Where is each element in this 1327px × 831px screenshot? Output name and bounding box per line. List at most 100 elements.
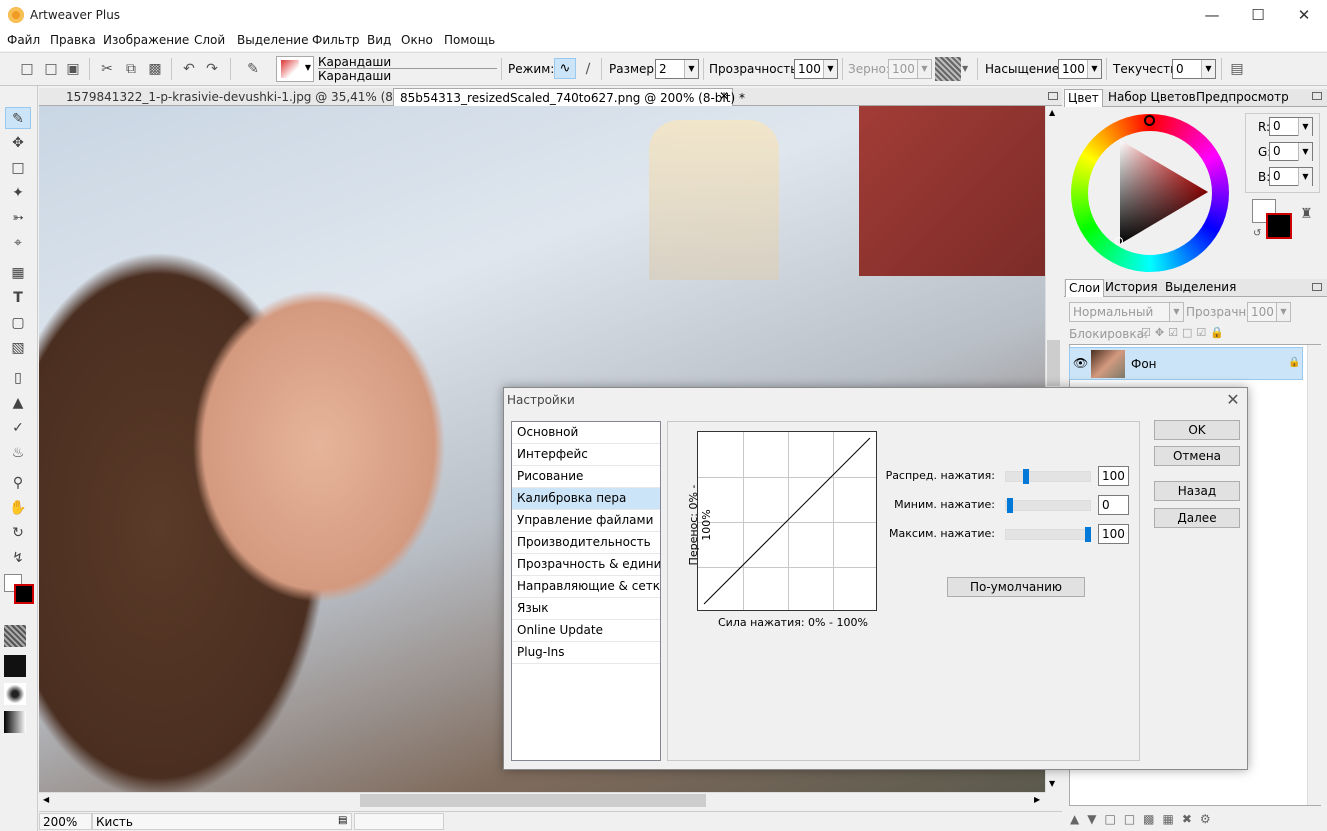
category-performance[interactable]: Производительность [512,532,660,554]
brush-tool-icon[interactable]: ✎ [243,60,263,78]
tab-document-2[interactable]: 85b54313_resizedScaled_740to627.png @ 20… [393,88,745,106]
panel-menu-icon[interactable] [1312,92,1322,100]
next-button[interactable]: Далее [1154,508,1240,528]
pressure-distribution-slider[interactable] [1005,469,1091,484]
save-icon[interactable]: ▣ [63,60,83,78]
zoom-tool-icon[interactable]: ⚲ [5,472,31,494]
copy-icon[interactable]: ⧉ [121,60,141,78]
freehand-mode-icon[interactable]: ∿ [554,58,576,79]
new-file-icon[interactable]: □ [17,60,37,78]
min-pressure-input[interactable]: 0 [1098,495,1129,515]
paste-icon[interactable]: ▩ [145,60,165,78]
panel-menu-icon[interactable] [1312,283,1322,291]
brush-options-icon[interactable]: ▤ [1227,60,1247,78]
gradient-tool-icon[interactable]: ▧ [5,337,31,359]
rotate-tool-icon[interactable]: ↻ [5,522,31,544]
color-picker-stamp-icon[interactable]: ♜ [1300,206,1313,222]
cut-icon[interactable]: ✂ [97,60,117,78]
scroll-up-icon[interactable]: ▲ [1049,108,1055,117]
swap-colors-icon[interactable]: ↺ [1253,228,1261,239]
max-pressure-slider[interactable] [1005,527,1091,542]
foreground-color-swatch[interactable] [1266,213,1292,239]
paint-bucket-tool-icon[interactable]: ♨ [5,442,31,464]
slider-thumb[interactable] [1007,498,1013,513]
magic-wand-tool-icon[interactable]: ✦ [5,182,31,204]
status-options-icon[interactable]: ▤ [338,815,347,826]
maximize-icon[interactable]: ☐ [1235,0,1281,31]
close-tab-icon[interactable]: ✕ [719,89,729,103]
menu-edit[interactable]: Правка [50,33,96,47]
texture-preset-2[interactable] [4,655,26,677]
ok-button[interactable]: OK [1154,420,1240,440]
redo-icon[interactable]: ↷ [202,60,222,78]
eyedropper-tool-icon[interactable]: ✓ [5,417,31,439]
crop-tool-icon[interactable]: ⌖ [5,232,31,254]
cancel-button[interactable]: Отмена [1154,446,1240,466]
gradient-preset[interactable] [4,711,26,733]
layer-list-scrollbar[interactable] [1307,345,1321,805]
text-tool-icon[interactable]: T [5,287,31,309]
category-language[interactable]: Язык [512,598,660,620]
tab-selections[interactable]: Выделения [1162,279,1239,297]
tab-color[interactable]: Цвет [1064,89,1103,107]
grain-select[interactable]: 100 ▼ [888,59,932,79]
menu-selection[interactable]: Выделение [237,33,308,47]
vertical-scroll-thumb[interactable] [1047,340,1060,386]
menu-file[interactable]: Файл [7,33,40,47]
opacity-select[interactable]: 100 ▼ [794,59,838,79]
shape-tool-icon[interactable]: ▢ [5,312,31,334]
category-interface[interactable]: Интерфейс [512,444,660,466]
rect-select-tool-icon[interactable]: □ [5,157,31,179]
hand-tool-icon[interactable]: ✋ [5,497,31,519]
texture-preset-1[interactable] [4,625,26,647]
slider-thumb[interactable] [1023,469,1029,484]
flow-select[interactable]: 0 ▼ [1172,59,1216,79]
lock-options-icons[interactable]: ☑✥☑□☑🔒 [1141,326,1228,339]
tab-preview[interactable]: Предпросмотр [1193,89,1292,107]
saturation-triangle[interactable] [1118,138,1210,246]
layer-settings-icon[interactable]: ⚙ [1200,812,1219,826]
max-pressure-input[interactable]: 100 [1098,524,1129,544]
menu-image[interactable]: Изображение [103,33,189,47]
category-pen-calibration[interactable]: Калибровка пера [512,488,660,510]
eraser-tool-icon[interactable]: ▯ [5,367,31,389]
category-plugins[interactable]: Plug-Ins [512,642,660,664]
merge-layer-icon[interactable]: ▦ [1163,812,1182,826]
category-painting[interactable]: Рисование [512,466,660,488]
smudge-tool-icon[interactable]: ↯ [5,547,31,569]
min-pressure-slider[interactable] [1005,498,1091,513]
close-icon[interactable]: ✕ [1281,0,1327,31]
r-input[interactable]: 0 ▼ [1269,117,1313,136]
perspective-tool-icon[interactable]: ▦ [5,262,31,284]
open-file-icon[interactable]: □ [41,60,61,78]
line-mode-icon[interactable]: ∕ [578,60,598,78]
close-icon[interactable]: ✕ [1222,390,1244,410]
blend-mode-select[interactable]: Нормальный ▼ [1069,302,1184,322]
slider-thumb[interactable] [1085,527,1091,542]
duplicate-layer-icon[interactable]: ▩ [1143,812,1162,826]
scroll-right-icon[interactable]: ▶ [1034,795,1040,804]
category-online-update[interactable]: Online Update [512,620,660,642]
minimize-icon[interactable]: — [1189,0,1235,31]
category-file-management[interactable]: Управление файлами [512,510,660,532]
panel-menu-icon[interactable] [1048,92,1058,100]
zoom-level[interactable]: 200% [39,813,92,830]
color-marker[interactable] [1115,237,1123,245]
default-button[interactable]: По-умолчанию [947,577,1085,597]
back-button[interactable]: Назад [1154,481,1240,501]
tab-layers[interactable]: Слои [1065,279,1105,297]
delete-layer-icon[interactable]: ✖ [1182,812,1200,826]
undo-icon[interactable]: ↶ [179,60,199,78]
b-input[interactable]: 0 ▼ [1269,167,1313,186]
texture-swatch[interactable] [935,57,961,81]
move-down-icon[interactable]: ▼ [1087,812,1104,826]
scroll-left-icon[interactable]: ◀ [43,795,49,804]
menu-view[interactable]: Вид [367,33,391,47]
pressure-curve-graph[interactable] [697,431,877,611]
saturation-select[interactable]: 100 ▼ [1058,59,1102,79]
brush-tool-icon[interactable]: ✎ [5,107,31,129]
tab-history[interactable]: История [1102,279,1161,297]
category-general[interactable]: Основной [512,422,660,444]
new-layer-icon[interactable]: □ [1124,812,1143,826]
eye-visibility-icon[interactable]: 👁 [1073,356,1088,370]
